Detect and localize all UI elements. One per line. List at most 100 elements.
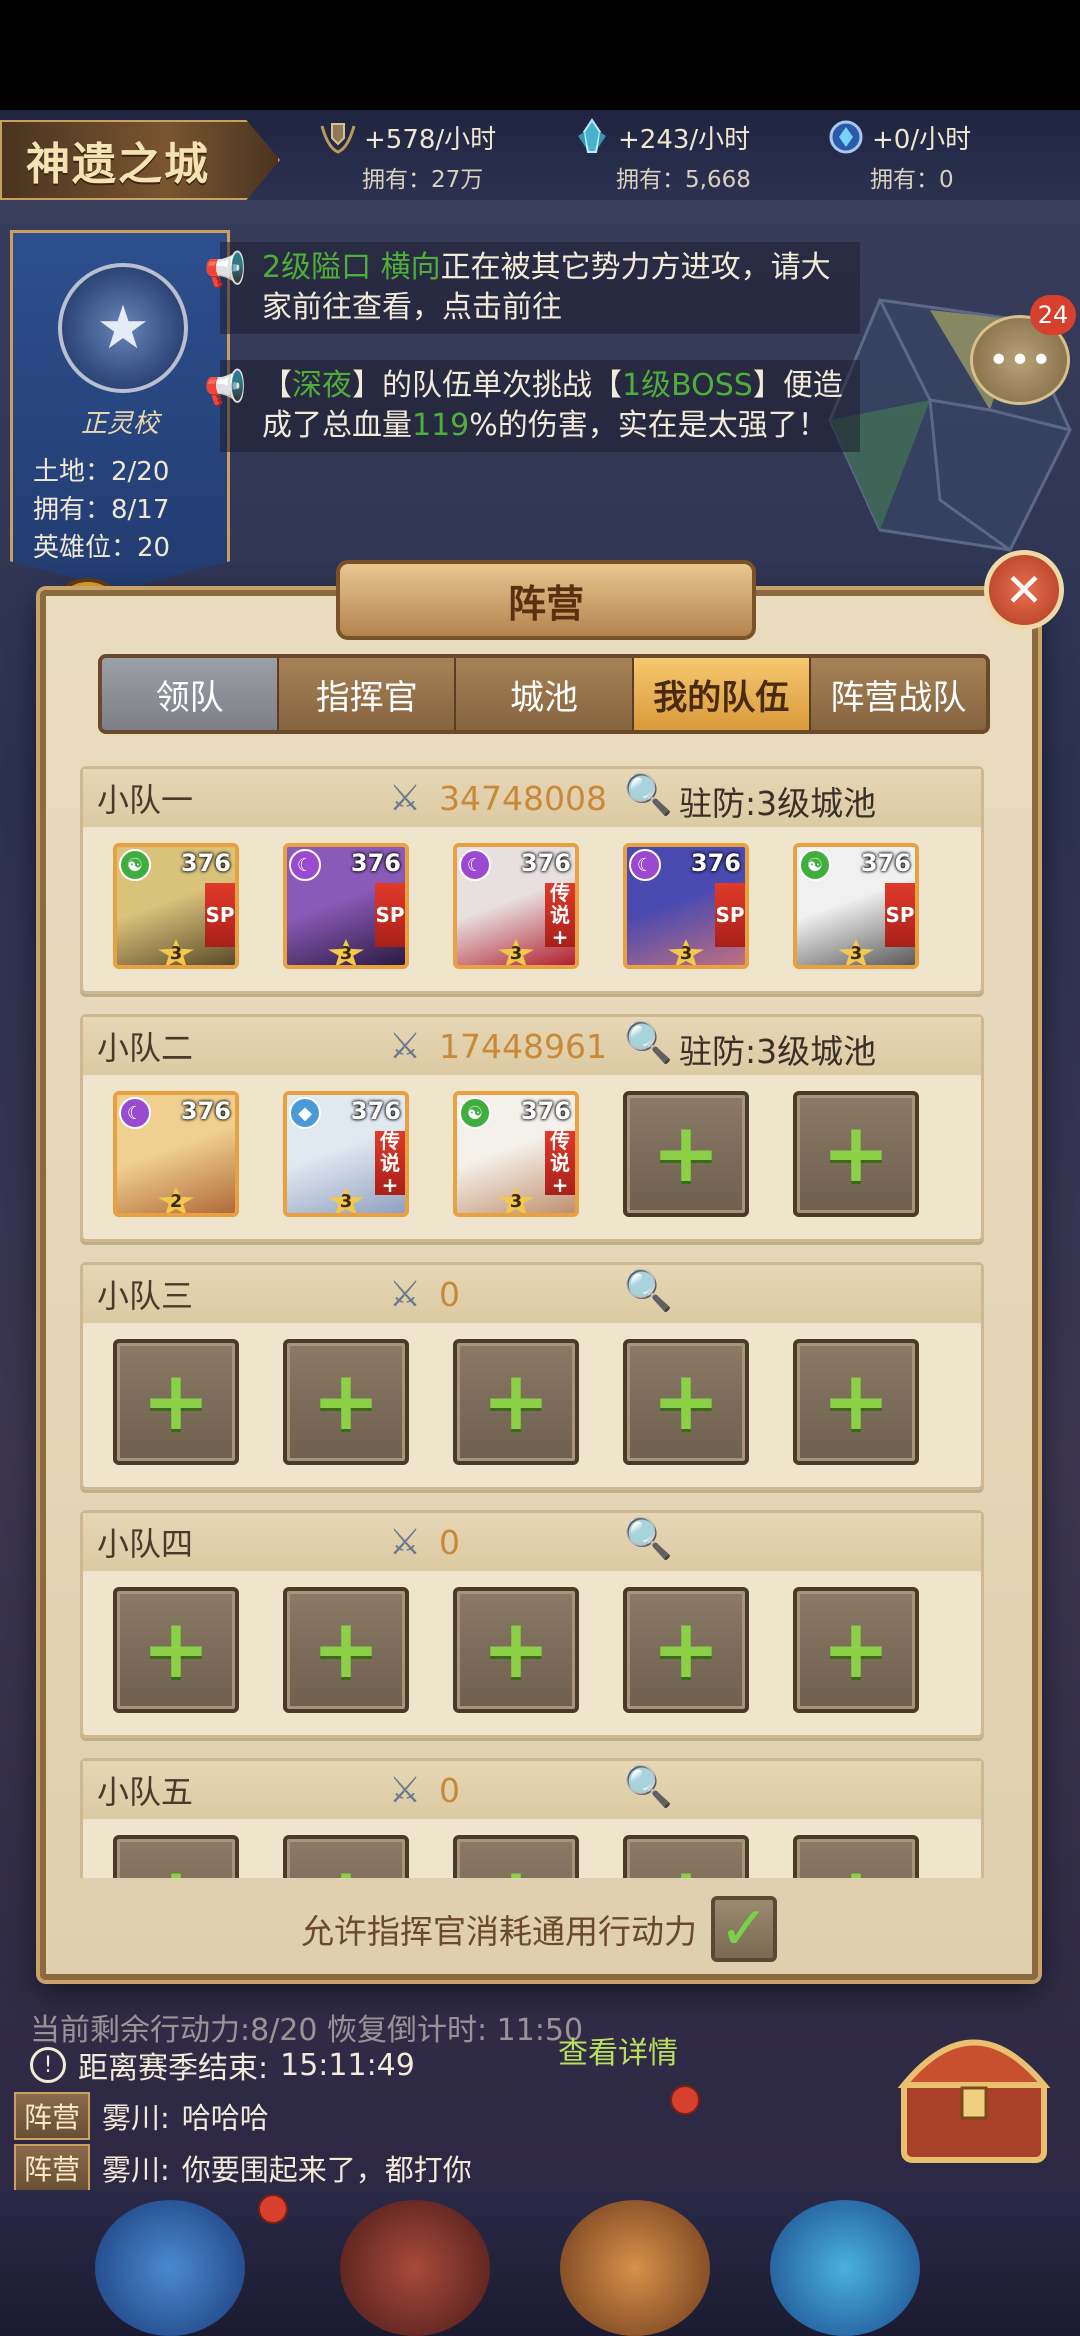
- chat-user: 雾川:: [102, 2153, 170, 2187]
- magnifier-icon[interactable]: 🔍: [623, 1019, 679, 1073]
- add-hero-slot[interactable]: +: [793, 1339, 919, 1465]
- hero-card[interactable]: ☯ 376 SP 3: [113, 843, 239, 969]
- squad-card[interactable]: 小队二 ⚔ 17448961 🔍 驻防:3级城池 ☾ 376 2 ◆ 376 传说+ 3 ☯ 376 传说+…: [80, 1014, 984, 1242]
- plus-icon: +: [821, 1106, 891, 1201]
- add-hero-slot[interactable]: +: [623, 1339, 749, 1465]
- squad-defense: 驻防:3级城池: [679, 784, 877, 823]
- squad-name: 小队一: [97, 781, 194, 819]
- resource-crystal: +243/小时 拥有：5,668: [572, 118, 772, 194]
- magnifier-icon[interactable]: 🔍: [623, 771, 679, 825]
- nav-castle-icon[interactable]: [340, 2200, 490, 2336]
- add-hero-slot[interactable]: +: [793, 1587, 919, 1713]
- hero-tier-badge: SP: [885, 883, 915, 947]
- crossed-swords-icon: ⚔: [388, 1769, 422, 1811]
- hero-card[interactable]: ☯ 376 传说+ 3: [453, 1091, 579, 1217]
- plus-icon: +: [821, 1602, 891, 1697]
- treasure-chest-icon[interactable]: [884, 2010, 1064, 2170]
- resource-bar: 神遗之城 +578/小时 拥有：27万 +243/小时 拥有：5,668 +0/…: [0, 110, 1080, 200]
- nav-crystal-ball-icon[interactable]: [95, 2200, 245, 2336]
- plus-icon: +: [311, 1602, 381, 1697]
- squad-card[interactable]: 小队四 ⚔ 0 🔍 + + + + +: [80, 1510, 984, 1738]
- hero-card[interactable]: ☯ 376 SP 3: [793, 843, 919, 969]
- chat-message[interactable]: 阵营 雾川: 你要围起来了，都打你: [14, 2144, 472, 2192]
- hero-card[interactable]: ☾ 376 传说+ 3: [453, 843, 579, 969]
- squad-power: 17448961: [439, 1026, 607, 1066]
- hero-card[interactable]: ☾ 376 SP 3: [283, 843, 409, 969]
- news-text: 】的队伍单次挑战【: [352, 368, 622, 403]
- commander-option-label: 允许指挥官消耗通用行动力: [301, 1912, 697, 1951]
- squad-header: 小队二 ⚔ 17448961 🔍 驻防:3级城池: [83, 1017, 981, 1075]
- tab-city[interactable]: 城池: [456, 658, 634, 730]
- add-hero-slot[interactable]: +: [623, 1091, 749, 1217]
- rank-banner[interactable]: ★ 正灵校 土地：2/20 拥有：8/17 英雄位：20: [10, 230, 230, 590]
- squad-card[interactable]: 小队三 ⚔ 0 🔍 + + + + +: [80, 1262, 984, 1490]
- magnifier-icon[interactable]: 🔍: [623, 1763, 679, 1817]
- add-hero-slot[interactable]: +: [453, 1587, 579, 1713]
- nav-crystal-icon[interactable]: [770, 2200, 920, 2336]
- faction-icon: ☾: [119, 1097, 151, 1129]
- resource-owned: 拥有：0: [870, 167, 954, 193]
- add-hero-slot[interactable]: +: [793, 1091, 919, 1217]
- plus-icon: +: [141, 1354, 211, 1449]
- add-hero-slot[interactable]: +: [283, 1587, 409, 1713]
- crossed-swords-icon: ⚔: [388, 1025, 422, 1067]
- squad-card[interactable]: 小队五 ⚔ 0 🔍 + + + + +: [80, 1758, 984, 1878]
- faction-icon: ☾: [289, 849, 321, 881]
- squad-defense: 驻防:3级城池: [679, 1032, 877, 1071]
- modal-title: 阵营: [336, 560, 756, 640]
- chat-text: 哈哈哈: [181, 2101, 269, 2135]
- season-end-time: 15:11:49: [280, 2047, 415, 2083]
- add-hero-slot[interactable]: +: [453, 1339, 579, 1465]
- city-title[interactable]: 神遗之城: [0, 120, 280, 200]
- plus-icon: +: [651, 1354, 721, 1449]
- season-end-label: 距离赛季结束:: [78, 2051, 269, 2086]
- faction-icon: ☯: [799, 849, 831, 881]
- magnifier-icon[interactable]: 🔍: [623, 1267, 679, 1321]
- hero-level: 376: [690, 849, 741, 877]
- tab-camp-squads[interactable]: 阵营战队: [810, 658, 986, 730]
- news-text: %的伤害，实在是太强了！: [469, 408, 828, 443]
- squad-list[interactable]: 小队一 ⚔ 34748008 🔍 驻防:3级城池 ☯ 376 SP 3 ☾ 376 SP 3 ☾ 376 传说…: [74, 766, 1014, 1878]
- magnifier-icon[interactable]: 🔍: [623, 1515, 679, 1569]
- commander-option-checkbox[interactable]: ✓: [711, 1894, 777, 1964]
- resource-honor: +578/小时 拥有：27万: [318, 118, 518, 194]
- squad-slots: ☯ 376 SP 3 ☾ 376 SP 3 ☾ 376 传说+ 3 ☾ 376 SP 3 ☯ 376 SP 3: [83, 843, 981, 969]
- tab-leader[interactable]: 领队: [102, 658, 280, 730]
- hero-slots: 英雄位：20: [33, 533, 171, 563]
- hero-tier-badge: SP: [375, 883, 405, 947]
- close-button[interactable]: ✕: [984, 550, 1064, 630]
- chat-message[interactable]: 阵营 雾川: 哈哈哈: [14, 2092, 269, 2140]
- add-hero-slot[interactable]: +: [113, 1587, 239, 1713]
- plus-icon: +: [481, 1354, 551, 1449]
- add-hero-slot[interactable]: +: [113, 1835, 239, 1878]
- crossed-swords-icon: ⚔: [388, 1521, 422, 1563]
- add-hero-slot[interactable]: +: [623, 1587, 749, 1713]
- view-details-link[interactable]: 查看详情: [558, 2028, 678, 2072]
- hero-card[interactable]: ☾ 376 2: [113, 1091, 239, 1217]
- plus-icon: +: [652, 1857, 721, 1879]
- megaphone-icon: 📢: [204, 250, 247, 290]
- news-text: 【: [262, 368, 292, 403]
- chat-user: 雾川:: [102, 2101, 170, 2135]
- news-item[interactable]: 📢 【深夜】的队伍单次挑战【1级BOSS】便造成了总血量119%的伤害，实在是太…: [204, 360, 860, 452]
- tab-my-teams[interactable]: 我的队伍: [633, 658, 811, 730]
- game-screen: 神遗之城 +578/小时 拥有：27万 +243/小时 拥有：5,668 +0/…: [0, 110, 1080, 2336]
- squad-slots: + + + + +: [83, 1835, 981, 1878]
- add-hero-slot[interactable]: +: [283, 1835, 409, 1878]
- add-hero-slot[interactable]: +: [623, 1835, 749, 1878]
- news-highlight: 1级BOSS: [622, 368, 753, 403]
- news-item[interactable]: 📢 2级隘口 横向正在被其它势力方进攻，请大家前往查看，点击前往: [204, 242, 860, 334]
- plus-icon: +: [821, 1354, 891, 1449]
- hero-card[interactable]: ◆ 376 传说+ 3: [283, 1091, 409, 1217]
- add-hero-slot[interactable]: +: [793, 1835, 919, 1878]
- hero-tier-badge: SP: [205, 883, 235, 947]
- add-hero-slot[interactable]: +: [113, 1339, 239, 1465]
- squad-card[interactable]: 小队一 ⚔ 34748008 🔍 驻防:3级城池 ☯ 376 SP 3 ☾ 376 SP 3 ☾ 376 传说…: [80, 766, 984, 994]
- hero-card[interactable]: ☾ 376 SP 3: [623, 843, 749, 969]
- squad-slots: + + + + +: [83, 1587, 981, 1713]
- owned-count: 拥有：8/17: [33, 495, 170, 525]
- tab-commander[interactable]: 指挥官: [279, 658, 457, 730]
- nav-hero-portrait-icon[interactable]: [560, 2200, 710, 2336]
- add-hero-slot[interactable]: +: [283, 1339, 409, 1465]
- add-hero-slot[interactable]: +: [453, 1835, 579, 1878]
